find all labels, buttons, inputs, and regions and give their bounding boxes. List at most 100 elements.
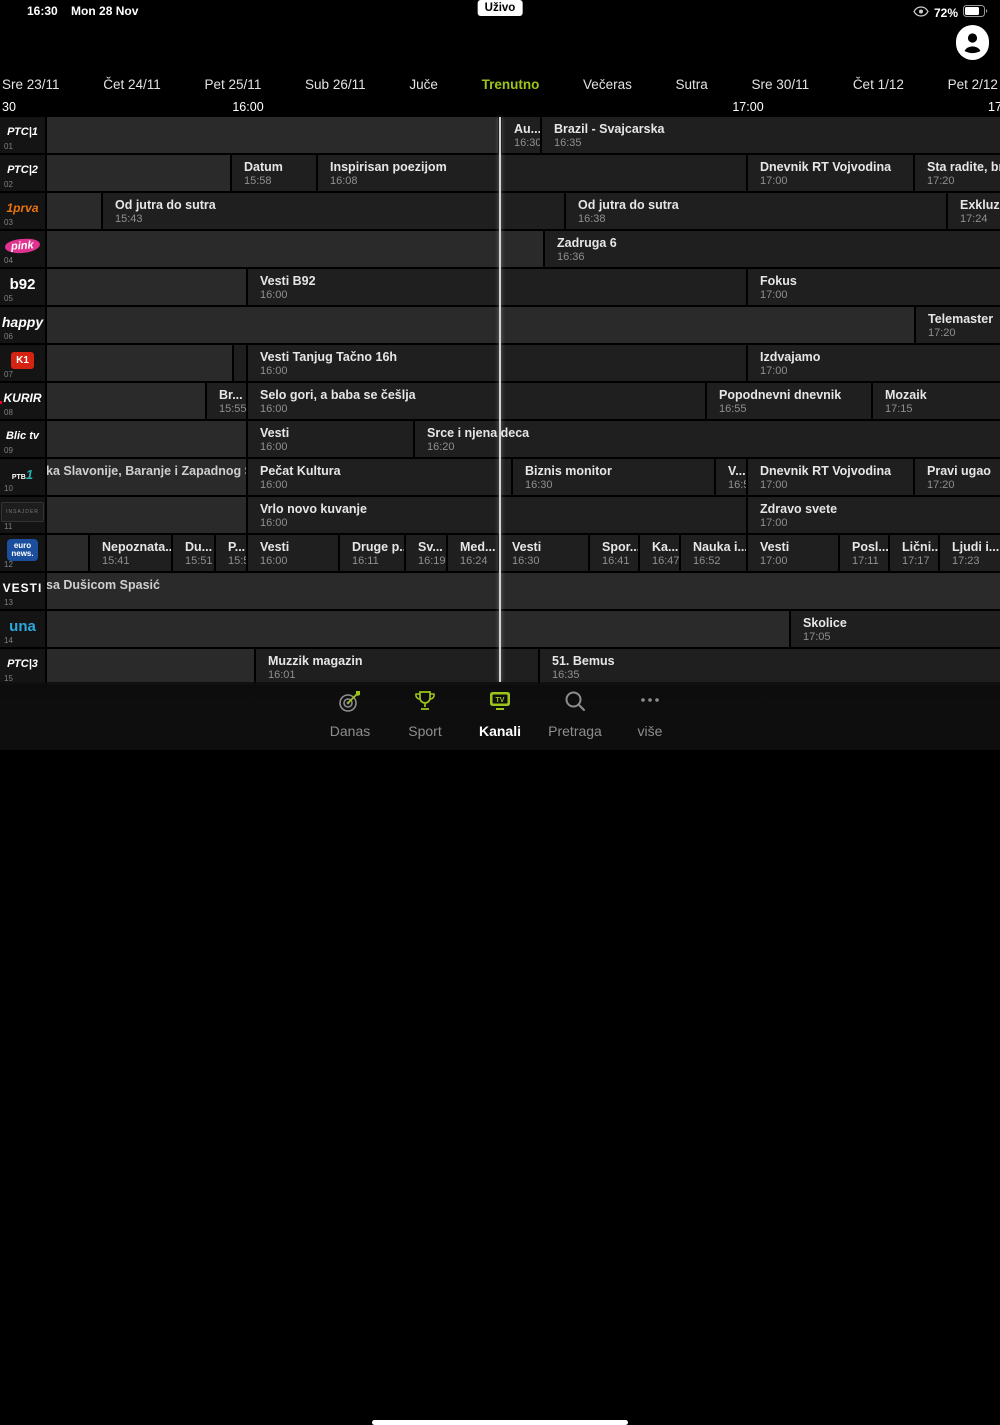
channel-cell-04[interactable]: pink 04 [0, 231, 45, 267]
program-cell[interactable]: Vesti 17:00 [748, 535, 838, 571]
tab-kanali[interactable]: TV Kanali [468, 688, 532, 739]
channel-cell-03[interactable]: 1prva 03 [0, 193, 45, 229]
program-cell[interactable]: Inspirisan poezijom 16:08 [318, 155, 746, 191]
time-label: 17:00 [732, 100, 764, 114]
program-cell[interactable] [47, 269, 246, 305]
channel-cell-05[interactable]: b92 05 [0, 269, 45, 305]
program-cell[interactable]: Spor... 16:41 [590, 535, 638, 571]
date-tab-juče[interactable]: Juče [409, 74, 438, 96]
date-tab-večeras[interactable]: Večeras [583, 74, 632, 96]
program-cell[interactable]: Nauka i... 16:52 [681, 535, 746, 571]
program-cell[interactable]: Vesti 16:30 [500, 535, 588, 571]
profile-button[interactable] [956, 24, 989, 60]
date-tab-trenutno[interactable]: Trenutno [482, 74, 540, 96]
program-cell[interactable]: Fokus 17:00 [748, 269, 1000, 305]
program-cell[interactable]: Du... 15:51 [173, 535, 214, 571]
date-tab-sre-30-11[interactable]: Sre 30/11 [752, 74, 810, 96]
program-cell[interactable]: Dnevnik RT Vojvodina 17:00 [748, 155, 913, 191]
program-cell[interactable]: Vesti B92 16:00 [248, 269, 746, 305]
program-cell[interactable]: Lični... 17:17 [890, 535, 938, 571]
program-cell[interactable] [47, 345, 232, 381]
program-cell[interactable]: Ljudi i... 17:23 [940, 535, 1000, 571]
program-cell[interactable]: Selo gori, a baba se češlja 16:00 [248, 383, 705, 419]
program-cell[interactable]: Pravi ugao 17:20 [915, 459, 1000, 495]
program-cell[interactable]: Au... 16:30 [502, 117, 540, 153]
channel-cell-12[interactable]: euro news. 12 [0, 535, 45, 571]
channel-cell-11[interactable]: INSAJDER 11 [0, 497, 45, 533]
program-cell[interactable]: Od jutra do sutra 16:38 [566, 193, 946, 229]
program-start-time: 17:20 [927, 479, 955, 491]
program-start-time: 16:00 [260, 517, 288, 529]
date-tab-pet-25-11[interactable]: Pet 25/11 [205, 74, 262, 96]
program-cell[interactable]: Sta radite, bre17:20 [915, 155, 1000, 191]
program-cell[interactable]: Vesti 16:00 [248, 421, 413, 457]
program-cell[interactable] [47, 497, 246, 533]
program-cell[interactable]: Pečat Kultura 16:00 [248, 459, 511, 495]
program-cell[interactable]: Muzzik magazin 16:01 [256, 649, 538, 685]
program-cell[interactable]: Biznis monitor 16:30 [513, 459, 714, 495]
date-tab-čet-24-11[interactable]: Čet 24/11 [103, 74, 161, 96]
program-cell[interactable] [47, 231, 543, 267]
channel-cell-14[interactable]: una 14 [0, 611, 45, 647]
program-cell[interactable]: Posl... 17:11 [840, 535, 888, 571]
rts-3-logo-icon: РТС|3 [7, 658, 38, 670]
program-cell[interactable] [47, 421, 246, 457]
program-cell[interactable]: V...16:5 [716, 459, 746, 495]
program-cell[interactable]: Druge p... 16:11 [340, 535, 404, 571]
program-cell[interactable] [47, 535, 88, 571]
program-cell[interactable]: Mozaik 17:15 [873, 383, 1000, 419]
program-cell[interactable]: Vesti Tanjug Tačno 16h 16:00 [248, 345, 746, 381]
program-cell[interactable]: sa Dušicom Spasić [47, 573, 1000, 609]
program-cell[interactable] [47, 193, 101, 229]
date-tab-sutra[interactable]: Sutra [676, 74, 708, 96]
program-cell[interactable]: Br... 15:55 [207, 383, 246, 419]
program-cell[interactable]: Izdvajamo 17:00 [748, 345, 1000, 381]
program-cell[interactable]: Ka... 16:47 [640, 535, 679, 571]
program-cell[interactable]: Srce i njena deca 16:20 [415, 421, 1000, 457]
program-cell[interactable] [234, 345, 246, 381]
channel-cell-09[interactable]: Blic tv 09 [0, 421, 45, 457]
date-tab-sre-23-11[interactable]: Sre 23/11 [2, 74, 60, 96]
program-cell[interactable]: Datum 15:58 [232, 155, 316, 191]
program-cell[interactable]: Med... 16:24 [448, 535, 498, 571]
channel-cell-10[interactable]: РТВ1 10 [0, 459, 45, 495]
program-cell[interactable] [47, 611, 789, 647]
date-tab-pet-2-12[interactable]: Pet 2/12 [948, 74, 998, 96]
program-cell[interactable]: Popodnevni dnevnik 16:55 [707, 383, 871, 419]
channel-cell-06[interactable]: happy 06 [0, 307, 45, 343]
date-tab-sub-26-11[interactable]: Sub 26/11 [305, 74, 366, 96]
program-cell[interactable]: Dnevnik RT Vojvodina 17:00 [748, 459, 913, 495]
program-cell[interactable]: Zadruga 6 16:36 [545, 231, 1000, 267]
program-cell[interactable]: Od jutra do sutra 15:43 [103, 193, 564, 229]
tab-pretraga[interactable]: Pretraga [543, 688, 607, 739]
program-cell[interactable]: Exkluziv17:24 [948, 193, 1000, 229]
channel-cell-15[interactable]: РТС|3 15 [0, 649, 45, 685]
program-cell[interactable]: Telemaster 17:20 [916, 307, 1000, 343]
channel-cell-08[interactable]: KURIR 08 [0, 383, 45, 419]
program-cell[interactable]: Zdravo svete 17:00 [748, 497, 1000, 533]
program-cell[interactable]: P...15:5 [216, 535, 246, 571]
tab-sport[interactable]: Sport [393, 688, 457, 739]
program-cell[interactable] [47, 117, 498, 153]
program-cell[interactable] [47, 649, 254, 685]
tab-danas[interactable]: Danas [318, 688, 382, 739]
program-cell[interactable]: ka Slavonije, Baranje i Zapadnog Srema [47, 459, 246, 495]
channel-cell-02[interactable]: РТС|2 02 [0, 155, 45, 191]
channel-cell-13[interactable]: VESTI 13 [0, 573, 45, 609]
program-cell[interactable]: 51. Bemus 16:35 [540, 649, 1000, 685]
program-title: Ljudi i... [952, 540, 1000, 554]
tab-više[interactable]: više [618, 688, 682, 739]
program-cell[interactable]: Skolice 17:05 [791, 611, 1000, 647]
channel-cell-07[interactable]: K1 07 [0, 345, 45, 381]
channel-cell-01[interactable]: РТС|1 01 [0, 117, 45, 153]
program-cell[interactable] [47, 307, 914, 343]
program-cell[interactable] [47, 155, 230, 191]
program-cell[interactable]: Nepoznata... 15:41 [90, 535, 171, 571]
program-cell[interactable]: Vesti 16:00 [248, 535, 338, 571]
program-cell[interactable]: Sv... 16:19 [406, 535, 446, 571]
program-cell[interactable]: Vrlo novo kuvanje 16:00 [248, 497, 746, 533]
home-indicator[interactable] [372, 1420, 628, 1425]
program-cell[interactable] [47, 383, 205, 419]
date-tab-čet-1-12[interactable]: Čet 1/12 [853, 74, 904, 96]
program-cell[interactable]: Brazil - Svajcarska 16:35 [542, 117, 1000, 153]
